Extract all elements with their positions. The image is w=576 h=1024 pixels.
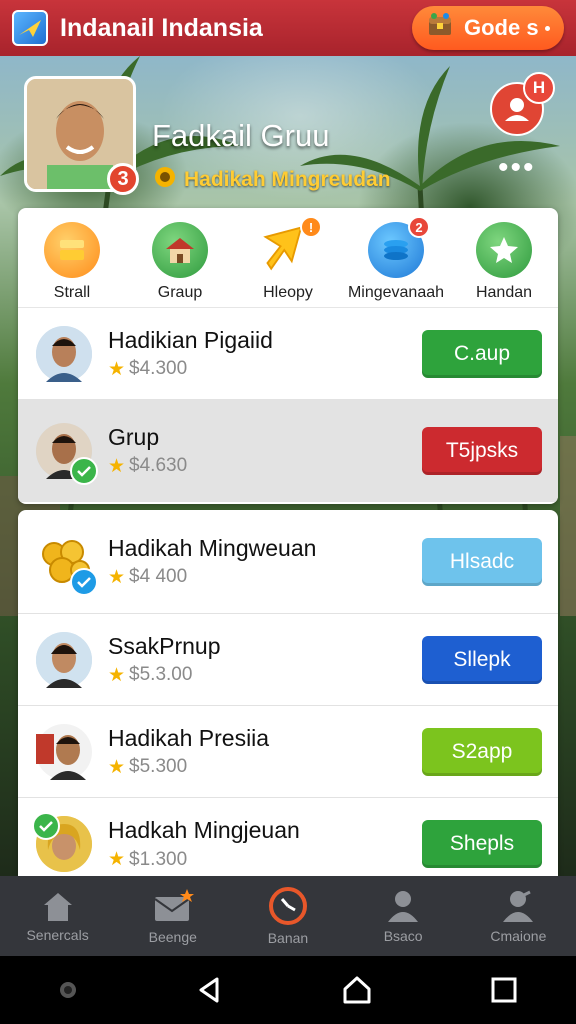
stack-icon — [44, 222, 100, 278]
category-graup[interactable]: Graup — [128, 222, 232, 302]
check-icon — [32, 812, 60, 840]
app-logo-icon — [12, 10, 48, 46]
category-strall[interactable]: Strall — [20, 222, 124, 302]
gear-icon — [152, 164, 178, 196]
profile-icon — [503, 890, 534, 922]
item-action-button[interactable]: Hlsadc — [422, 537, 542, 586]
more-options-icon[interactable]: ••• — [498, 153, 536, 183]
profile-name: Fadkail Gruu — [152, 118, 330, 153]
category-label: Strall — [53, 284, 91, 301]
item-price: $1.300 — [129, 848, 188, 870]
category-label: Graup — [157, 284, 203, 301]
item-price: $4.630 — [129, 455, 188, 476]
category-label: Handan — [475, 284, 533, 301]
avatar — [36, 723, 92, 780]
avatar — [36, 422, 98, 485]
category-hleopy[interactable]: ! Hleopy — [236, 216, 340, 302]
avatar — [36, 631, 92, 688]
item-name: Hadikah Presiia — [108, 724, 270, 751]
home-button-icon[interactable] — [341, 975, 373, 1005]
item-price: $4 400 — [129, 566, 188, 587]
list-item[interactable]: Hadkah Mingjeuan ★ $1.300 Shepls — [18, 798, 558, 878]
check-icon — [70, 567, 98, 596]
category-bar: Strall Graup ! Hleopy 2 Mingevanaah Hand… — [18, 208, 558, 308]
house-icon — [152, 222, 208, 278]
item-action-button[interactable]: Sllepk — [422, 635, 542, 684]
item-price: $5.300 — [129, 756, 188, 777]
system-navigation-bar — [0, 956, 576, 1024]
home-icon — [43, 893, 72, 921]
app-title: Indanail Indansia — [60, 13, 263, 42]
star-icon: ★ — [108, 358, 126, 380]
nav-label: Beenge — [148, 929, 197, 945]
star-icon — [476, 222, 532, 278]
category-label: Hleopy — [263, 284, 313, 301]
item-name: Hadkah Mingjeuan — [108, 817, 300, 843]
category-handan[interactable]: Handan — [452, 222, 556, 302]
coins-button[interactable]: Gode s — [412, 6, 564, 50]
treasure-icon — [426, 11, 454, 45]
item-name: SsakPrnup — [108, 632, 221, 659]
list-item[interactable]: Hadikah Presiia ★ $5.300 S2app — [18, 706, 558, 798]
nav-label: Senercals — [26, 927, 89, 943]
nav-senercals[interactable]: Senercals — [8, 889, 108, 943]
nav-label: Banan — [267, 930, 309, 946]
nav-bsaco[interactable]: Bsaco — [353, 888, 453, 944]
list-item[interactable]: SsakPrnup ★ $5.3.00 Sllepk — [18, 614, 558, 706]
item-action-button[interactable]: T5jpsks — [422, 426, 542, 475]
list-card: Hadikah Mingweuan ★ $4 400 Hlsadc SsakPrn… — [18, 510, 558, 878]
nav-label: Cmaione — [490, 928, 547, 944]
avatar — [36, 534, 98, 596]
item-action-button[interactable]: C.aup — [422, 329, 542, 378]
star-icon: ★ — [108, 849, 126, 870]
coins-label: Gode s — [464, 15, 539, 40]
profile-avatar[interactable]: 3 — [24, 76, 139, 195]
avatar — [36, 325, 92, 382]
nav-beenge[interactable]: Beenge — [123, 887, 223, 945]
back-icon[interactable] — [195, 975, 225, 1005]
bottom-navigation: Senercals Beenge Banan Bsaco Cmaione — [0, 876, 576, 956]
main-card: Strall Graup ! Hleopy 2 Mingevanaah Hand… — [18, 208, 558, 504]
item-name: Grup — [108, 423, 160, 450]
item-name: Hadikah Mingweuan — [108, 534, 317, 561]
star-icon: ★ — [108, 566, 126, 588]
list-item[interactable]: Hadikah Mingweuan ★ $4 400 Hlsadc — [18, 510, 558, 614]
category-label: Mingevanaah — [347, 284, 445, 301]
list-item[interactable]: Hadikian Pigaiid ★ $4.300 C.aup — [18, 308, 558, 400]
count-badge: 2 — [408, 216, 430, 238]
nav-label: Bsaco — [383, 928, 423, 944]
alert-badge: ! — [300, 216, 322, 238]
mail-icon — [154, 889, 194, 921]
profile-subtitle-text: Hadikah Mingreudan — [184, 168, 391, 191]
nav-cmaione[interactable]: Cmaione — [468, 888, 568, 944]
item-price: $5.3.00 — [129, 664, 193, 685]
clock-icon — [268, 887, 307, 925]
avatar — [32, 812, 92, 872]
item-price: $4.300 — [129, 358, 188, 379]
camera-dot-icon — [60, 982, 77, 998]
person-icon — [388, 891, 419, 922]
notification-badge: H — [523, 72, 555, 104]
profile-subtitle: Hadikah Mingreudan — [152, 164, 391, 196]
nav-banan[interactable]: Banan — [238, 886, 338, 946]
top-app-bar: Indanail Indansia Gode s — [0, 0, 576, 56]
item-action-button[interactable]: Shepls — [422, 820, 542, 868]
check-icon — [70, 456, 98, 485]
category-mingevanaah[interactable]: 2 Mingevanaah — [344, 216, 448, 302]
recents-icon[interactable] — [490, 976, 518, 1004]
star-icon: ★ — [108, 756, 126, 778]
star-icon: ★ — [108, 455, 126, 477]
item-name: Hadikian Pigaiid — [108, 326, 273, 353]
list-item-selected[interactable]: Grup ★ $4.630 T5jpsks — [18, 400, 558, 502]
dot-indicator — [544, 25, 550, 31]
avatar-count-badge: 3 — [107, 163, 139, 195]
star-icon: ★ — [108, 664, 126, 686]
item-action-button[interactable]: S2app — [422, 727, 542, 776]
